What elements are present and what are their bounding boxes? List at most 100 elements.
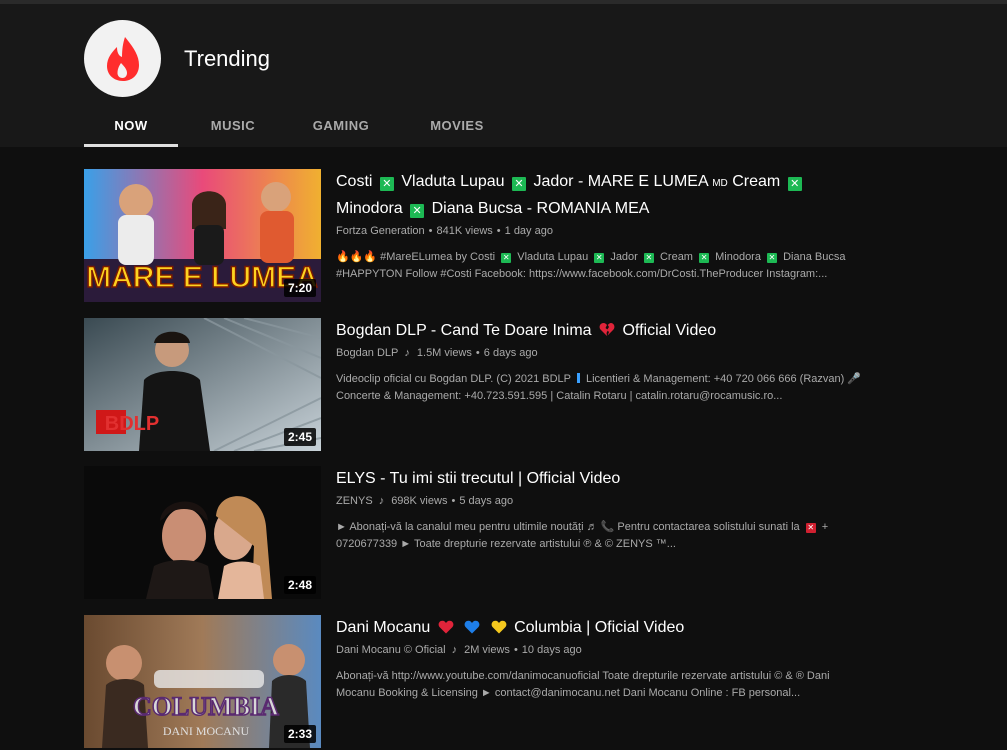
desc-segment: Minodora xyxy=(715,251,761,263)
desc-segment: + xyxy=(821,521,829,533)
channel-name[interactable]: Dani Mocanu © Oficial xyxy=(336,642,446,658)
video-description: 🔥🔥🔥 #MareELumea by Costi ✕ Vladuta Lupau… xyxy=(336,249,896,283)
page-title: Trending xyxy=(184,46,271,71)
tab-movies-label: MOVIES xyxy=(430,118,484,133)
video-title[interactable]: Costi ✕ Vladuta Lupau ✕ Jador - MARE E L… xyxy=(336,169,936,221)
video-description: ► Abonați-vă la canalul meu pentru ultim… xyxy=(336,519,896,553)
video-item[interactable]: COLUMBIA DANI MOCANU 2:33 Dani Mocanu Co… xyxy=(84,615,984,749)
title-segment: Cream xyxy=(732,173,781,190)
meta-separator: • xyxy=(475,347,480,359)
title-segment: Columbia | Oficial Video xyxy=(514,619,685,636)
tab-now-label: NOW xyxy=(114,118,148,133)
microphone-emoji: 🎤 xyxy=(847,373,862,385)
video-thumbnail[interactable]: BDLP 2:45 xyxy=(84,318,321,451)
desc-segment: Diana Bucsa xyxy=(783,251,846,263)
red-x-emoji: ✕ xyxy=(805,523,816,533)
video-thumbnail[interactable]: 2:48 xyxy=(84,466,321,599)
tab-movies[interactable]: MOVIES xyxy=(410,104,504,147)
desc-segment: Cream xyxy=(659,251,693,263)
desc-segment: Abonați-vă http://www.youtube.com/danimo… xyxy=(336,670,830,682)
video-thumbnail[interactable]: COLUMBIA DANI MOCANU 2:33 xyxy=(84,615,321,748)
meta-separator: • xyxy=(496,225,501,237)
desc-segment: 0720677339 ► Toate drepturie rezervate a… xyxy=(336,538,676,550)
meta-separator: • xyxy=(451,495,456,507)
video-duration: 2:45 xyxy=(283,428,316,446)
green-x-emoji: ✕ xyxy=(410,204,425,218)
green-x-emoji: ✕ xyxy=(594,253,605,263)
thumbnail-overlay-text: BDLP xyxy=(105,413,159,435)
desc-segment: Videoclip oficial cu Bogdan DLP. (C) 202… xyxy=(336,373,571,385)
video-info: Costi ✕ Vladuta Lupau ✕ Jador - MARE E L… xyxy=(336,169,936,283)
view-count: 698K views xyxy=(391,495,448,507)
red-heart-emoji xyxy=(438,620,454,634)
tab-gaming[interactable]: GAMING xyxy=(294,104,388,147)
tab-gaming-label: GAMING xyxy=(312,118,370,133)
upload-age: 10 days ago xyxy=(521,644,582,656)
desc-segment: Licentieri & Management: +40 720 066 666… xyxy=(585,373,845,385)
view-count: 841K views xyxy=(436,225,493,237)
green-x-emoji: ✕ xyxy=(643,253,654,263)
meta-separator: • xyxy=(428,225,433,237)
desc-segment: Mocanu Booking & Licensing ► contact@dan… xyxy=(336,687,801,699)
green-x-emoji: ✕ xyxy=(767,253,778,263)
tab-music-label: MUSIC xyxy=(210,118,256,133)
upload-age: 1 day ago xyxy=(504,225,553,237)
video-meta: Bogdan DLP ♪ 1.5M views • 6 days ago xyxy=(336,345,936,361)
channel-name[interactable]: ZENYS xyxy=(336,493,373,509)
desc-segment: #HAPPYTON Follow #Costi Facebook: https:… xyxy=(336,268,828,280)
video-title[interactable]: Dani Mocanu Columbia | Oficial Video xyxy=(336,615,936,640)
blue-bar-emoji xyxy=(576,373,580,383)
video-item[interactable]: MARE E LUMEA 7:20 Costi ✕ Vladuta Lupau … xyxy=(84,169,984,303)
desc-segment: Vladuta Lupau xyxy=(517,251,589,263)
title-segment: Costi xyxy=(336,173,373,190)
video-meta: Dani Mocanu © Oficial ♪ 2M views • 10 da… xyxy=(336,642,936,658)
video-info: Dani Mocanu Columbia | Oficial Video Dan… xyxy=(336,615,936,702)
trending-avatar xyxy=(84,20,161,97)
green-x-emoji: ✕ xyxy=(512,177,527,191)
video-duration: 2:48 xyxy=(283,576,316,594)
desc-segment: Jador xyxy=(610,251,638,263)
yellow-heart-emoji xyxy=(491,620,507,634)
title-segment: Dani Mocanu xyxy=(336,619,431,636)
music-note-icon: ♪ xyxy=(378,495,385,507)
phone-emoji: 📞 xyxy=(600,521,615,533)
thumbnail-overlay-subtext: DANI MOCANU xyxy=(163,724,250,738)
title-segment: Diana Bucsa - ROMANIA MEA xyxy=(431,200,650,217)
video-thumbnail[interactable]: MARE E LUMEA 7:20 xyxy=(84,169,321,302)
green-x-emoji: ✕ xyxy=(699,253,710,263)
desc-segment: Concerte & Management: +40.723.591.595 |… xyxy=(336,390,783,402)
view-count: 1.5M views xyxy=(416,347,472,359)
channel-name[interactable]: Bogdan DLP xyxy=(336,345,398,361)
video-duration: 2:33 xyxy=(283,725,316,743)
thumbnail-overlay-text: COLUMBIA xyxy=(133,692,279,721)
green-x-emoji: ✕ xyxy=(379,177,394,191)
desc-segment: ► Abonați-vă la canalul meu pentru ultim… xyxy=(336,521,598,533)
blue-heart-emoji xyxy=(464,620,480,634)
trending-header: Trending NOW MUSIC GAMING MOVIES xyxy=(0,4,1007,147)
channel-name[interactable]: Fortza Generation xyxy=(336,223,425,239)
broken-heart-emoji xyxy=(599,323,615,336)
title-segment: MD xyxy=(712,178,728,189)
video-item[interactable]: 2:48 ELYS - Tu imi stii trecutul | Offic… xyxy=(84,466,984,600)
video-item[interactable]: BDLP 2:45 Bogdan DLP - Cand Te Doare Ini… xyxy=(84,318,984,452)
tab-music[interactable]: MUSIC xyxy=(186,104,280,147)
video-title[interactable]: Bogdan DLP - Cand Te Doare Inima Officia… xyxy=(336,318,936,343)
tab-now[interactable]: NOW xyxy=(84,104,178,147)
video-description: Abonați-vă http://www.youtube.com/danimo… xyxy=(336,668,896,702)
fire-emoji: 🔥🔥🔥 xyxy=(336,251,378,263)
video-description: Videoclip oficial cu Bogdan DLP. (C) 202… xyxy=(336,371,896,405)
music-note-icon: ♪ xyxy=(404,347,410,359)
music-note-icon: ♪ xyxy=(451,644,458,656)
title-segment: Minodora xyxy=(336,200,403,217)
green-x-emoji: ✕ xyxy=(787,177,802,191)
video-info: Bogdan DLP - Cand Te Doare Inima Officia… xyxy=(336,318,936,405)
video-title[interactable]: ELYS - Tu imi stii trecutul | Official V… xyxy=(336,466,936,491)
title-segment: Bogdan DLP - Cand Te Doare Inima xyxy=(336,322,592,339)
view-count: 2M views xyxy=(464,644,510,656)
title-segment: Jador - MARE E LUMEA xyxy=(533,173,708,190)
desc-segment: Pentru contactarea solistului sunati la xyxy=(617,521,800,533)
desc-segment: #MareELumea by Costi xyxy=(380,251,496,263)
trending-flame-icon xyxy=(106,36,139,81)
video-duration: 7:20 xyxy=(283,279,316,297)
green-x-emoji: ✕ xyxy=(501,253,512,263)
